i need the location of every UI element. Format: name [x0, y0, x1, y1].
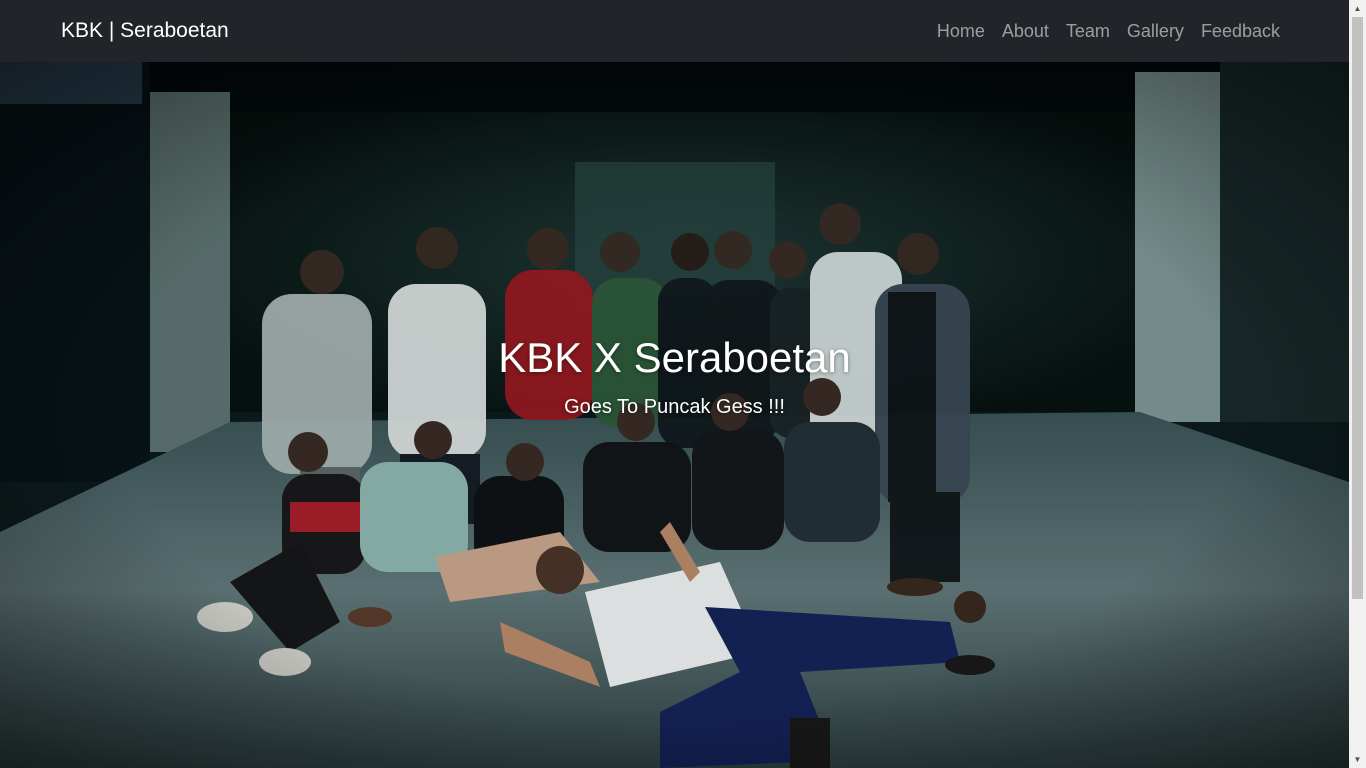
nav-link-home[interactable]: Home — [928, 16, 993, 46]
nav-link-gallery[interactable]: Gallery — [1118, 16, 1192, 46]
hero-subtitle: Goes To Puncak Gess !!! — [564, 396, 785, 418]
nav-links: Home About Team Gallery Feedback — [928, 16, 1280, 46]
vertical-scrollbar[interactable]: ▲ ▼ — [1349, 0, 1366, 768]
nav-link-feedback[interactable]: Feedback — [1192, 16, 1280, 46]
hero-title: KBK X Seraboetan — [498, 334, 851, 381]
nav-link-about[interactable]: About — [993, 16, 1057, 46]
scroll-down-arrow-icon[interactable]: ▼ — [1349, 751, 1366, 768]
scroll-up-arrow-icon[interactable]: ▲ — [1349, 0, 1366, 17]
brand-link[interactable]: KBK | Seraboetan — [61, 16, 229, 46]
page: KBK | Seraboetan Home About Team Gallery… — [0, 0, 1366, 768]
scrollbar-thumb[interactable] — [1352, 17, 1363, 599]
nav-link-team[interactable]: Team — [1057, 16, 1118, 46]
hero-section: KBK X Seraboetan Goes To Puncak Gess !!! — [0, 62, 1349, 768]
top-navbar: KBK | Seraboetan Home About Team Gallery… — [0, 0, 1349, 62]
